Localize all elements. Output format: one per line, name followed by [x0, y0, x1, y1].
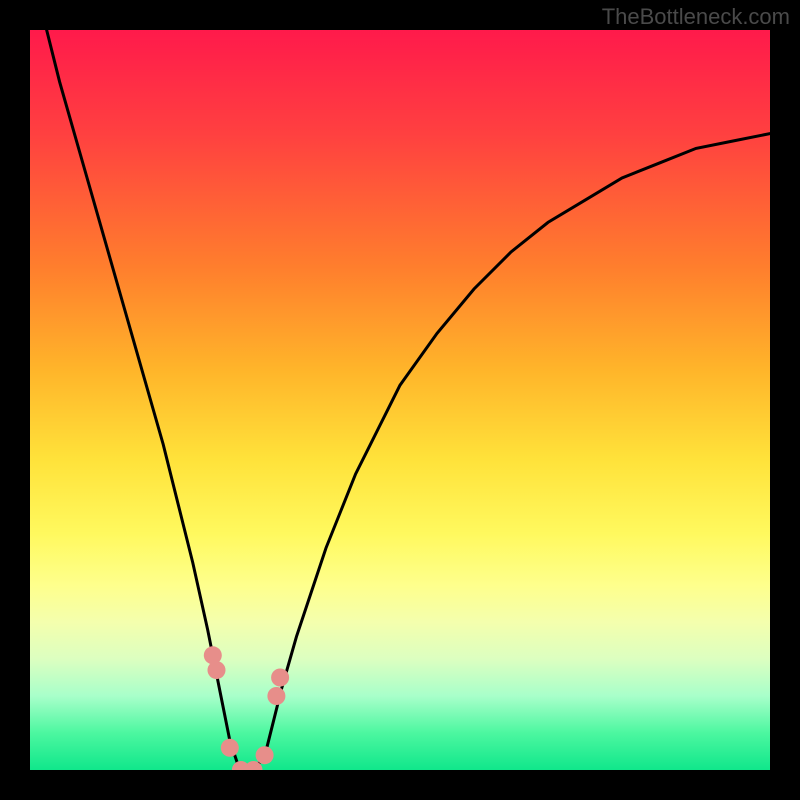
marker-dot: [267, 687, 285, 705]
plot-area: [30, 30, 770, 770]
chart-svg: [30, 30, 770, 770]
bottleneck-curve: [30, 30, 770, 770]
watermark-text: TheBottleneck.com: [602, 4, 790, 30]
marker-dot: [256, 746, 274, 764]
outer-frame: TheBottleneck.com: [0, 0, 800, 800]
curve-path: [30, 30, 770, 770]
marker-dot: [208, 661, 226, 679]
marker-dot: [271, 669, 289, 687]
marker-dot: [221, 739, 239, 757]
